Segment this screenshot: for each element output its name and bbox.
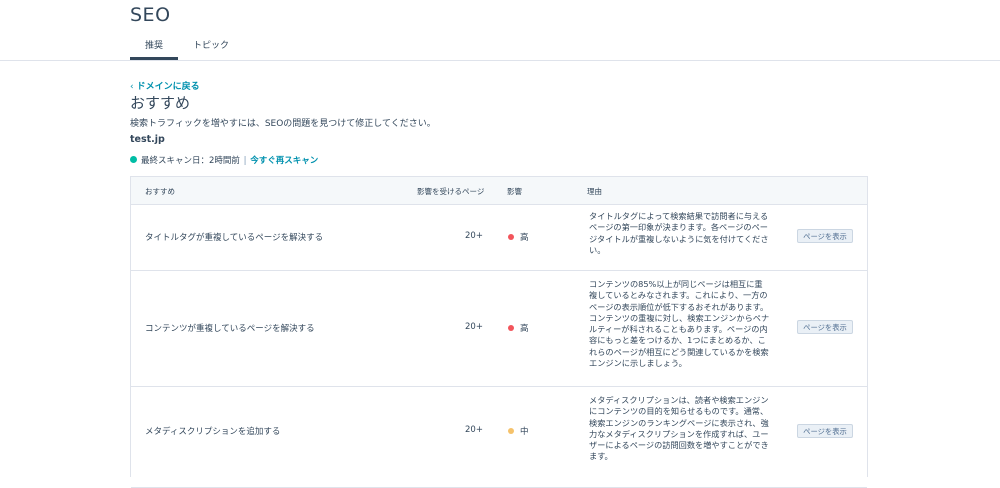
reason-text: タイトルタグによって検索結果で訪問者に与えるページの第一印象が決まります。各ペー… <box>589 211 769 255</box>
scan-status: 最終スキャン日：2時間前 | 今すぐ再スキャン <box>130 154 318 166</box>
affected-pages-count: 20+ <box>465 231 483 241</box>
table-row: メタディスクリプションを追加する 20+ 中 メタディスクリプションは、読者や検… <box>131 387 867 488</box>
page-description: 検索トラフィックを増やすには、SEOの問題を見つけて修正してください。 <box>130 119 436 129</box>
chevron-left-icon: ‹ <box>130 82 134 92</box>
tab-topics[interactable]: トピック <box>193 38 229 51</box>
back-to-domains-link[interactable]: ‹ ドメインに戻る <box>130 79 200 92</box>
domain-name: test.jp <box>130 134 165 145</box>
recommendation-name: タイトルタグが重複しているページを解決する <box>145 233 324 243</box>
impact-level: 高 <box>508 231 529 243</box>
column-header-reason: 理由 <box>587 187 602 196</box>
back-link-label: ドメインに戻る <box>136 82 200 92</box>
reason-text: コンテンツの85%以上が同じページは相互に重複しているとみなされます。これにより… <box>589 279 770 369</box>
impact-dot-icon <box>508 325 514 331</box>
impact-label: 中 <box>520 427 529 437</box>
column-header-impact[interactable]: 影響 <box>507 186 522 197</box>
view-pages-button[interactable]: ページを表示 <box>797 424 853 438</box>
top-header: SEO 推奨 トピック <box>0 0 1000 61</box>
last-scan-text: 最終スキャン日：2時間前 <box>141 156 240 166</box>
reason-text: メタディスクリプションは、読者や検索エンジンにコンテンツの目的を知らせるものです… <box>589 395 769 462</box>
separator: | <box>243 156 247 166</box>
impact-label: 高 <box>520 324 529 334</box>
impact-level: 高 <box>508 322 529 334</box>
recommendations-table: おすすめ 影響を受けるページ 影響 理由 タイトルタグが重複しているページを解決… <box>130 176 868 488</box>
page-title: おすすめ <box>130 94 191 112</box>
impact-dot-icon <box>508 428 514 434</box>
table-row: コンテンツが重複しているページを解決する 20+ 高 コンテンツの85%以上が同… <box>131 271 867 387</box>
impact-label: 高 <box>520 233 529 243</box>
table-header: おすすめ 影響を受けるページ 影響 理由 <box>131 177 867 205</box>
recommendation-name: コンテンツが重複しているページを解決する <box>145 324 315 334</box>
column-header-recommendation[interactable]: おすすめ <box>145 186 175 197</box>
view-pages-button[interactable]: ページを表示 <box>797 320 853 334</box>
recommendation-name: メタディスクリプションを追加する <box>145 427 281 437</box>
table-row: タイトルタグが重複しているページを解決する 20+ 高 タイトルタグによって検索… <box>131 205 867 271</box>
status-dot-icon <box>130 156 137 163</box>
column-header-affected-pages[interactable]: 影響を受けるページ <box>417 186 484 197</box>
app-title: SEO <box>130 4 171 26</box>
affected-pages-count: 20+ <box>465 425 483 435</box>
impact-dot-icon <box>508 234 514 240</box>
tab-recommendations[interactable]: 推奨 <box>145 38 163 51</box>
impact-level: 中 <box>508 425 529 437</box>
affected-pages-count: 20+ <box>465 322 483 332</box>
view-pages-button[interactable]: ページを表示 <box>797 229 853 243</box>
active-tab-indicator <box>130 57 178 60</box>
rescan-now-link[interactable]: 今すぐ再スキャン <box>250 156 318 166</box>
